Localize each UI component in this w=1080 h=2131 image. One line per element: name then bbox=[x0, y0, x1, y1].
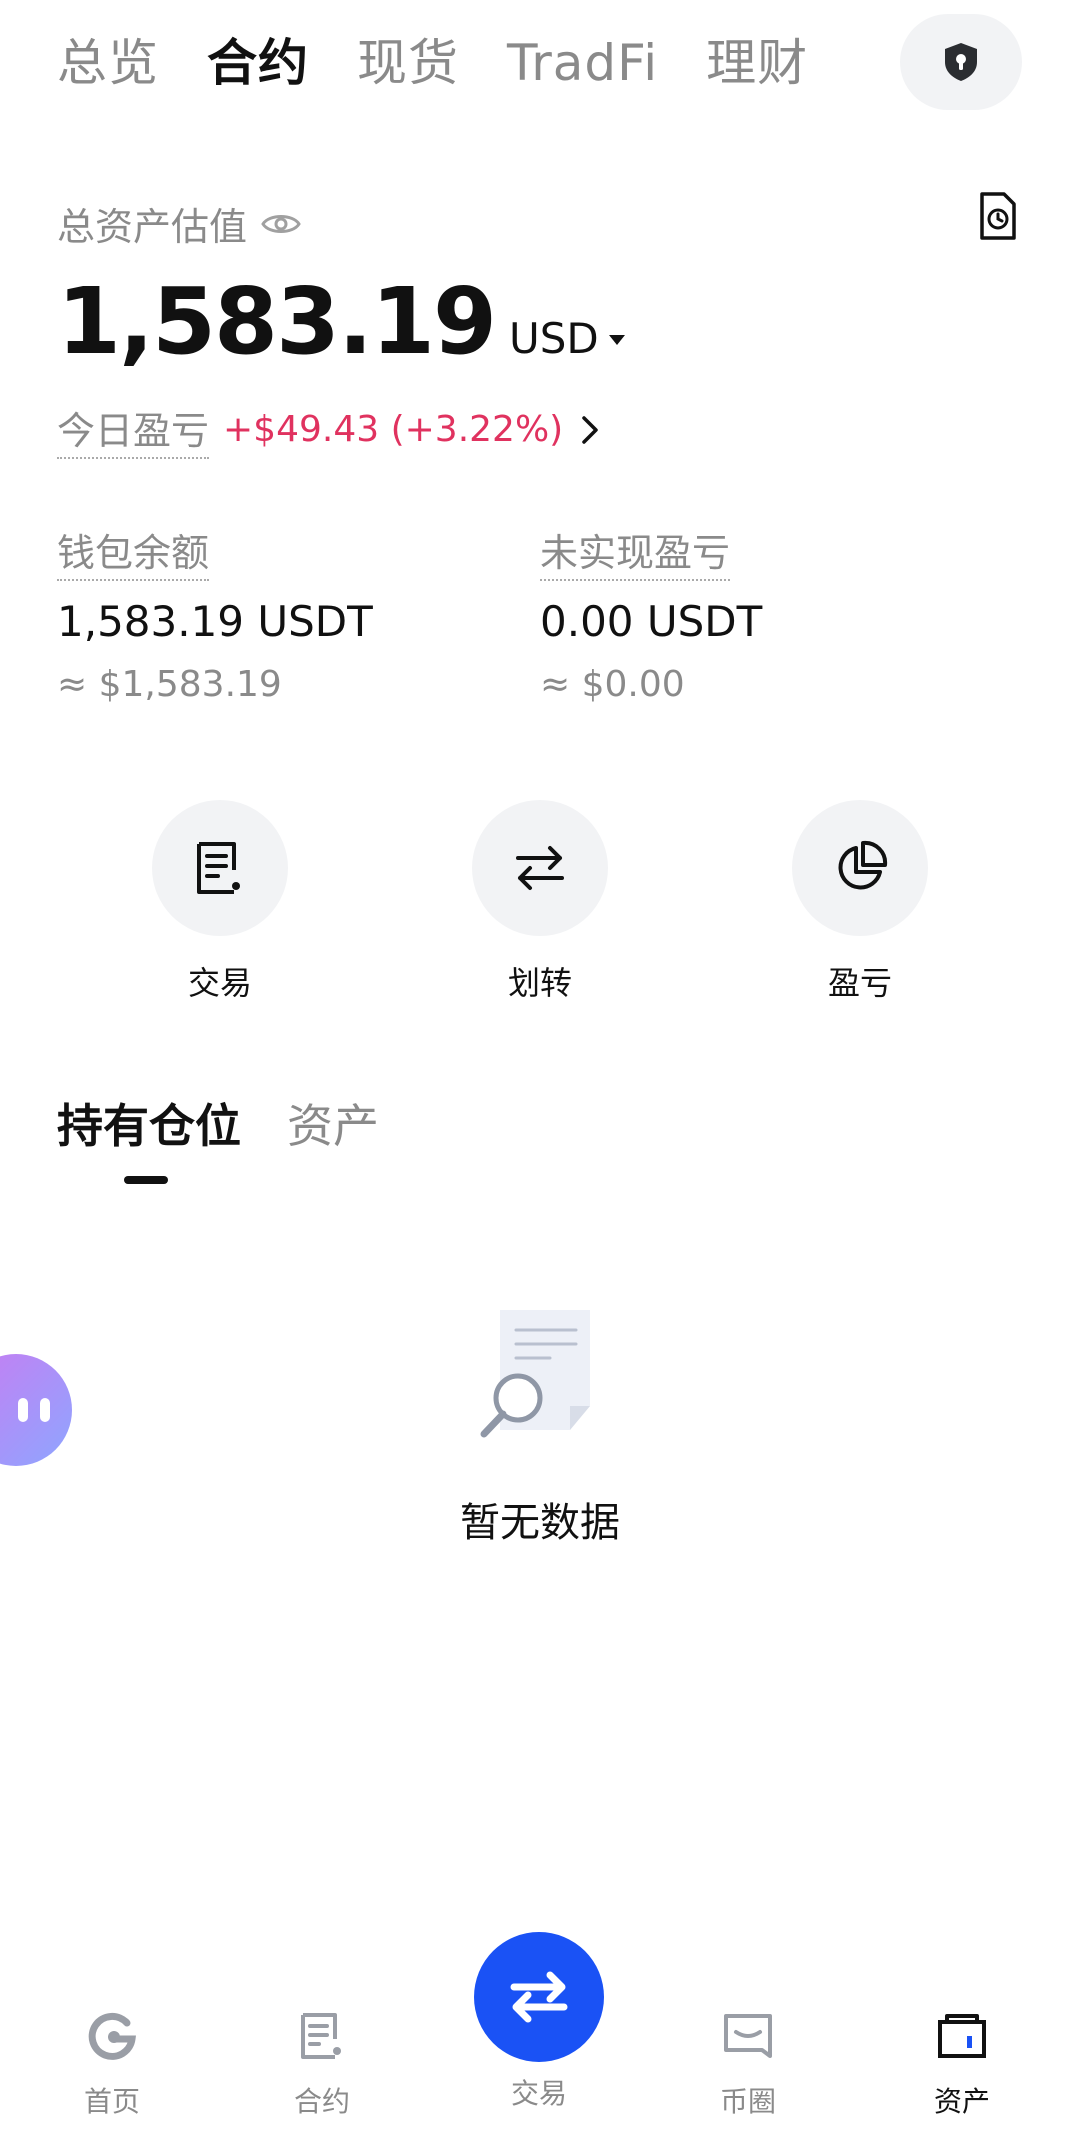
unrealized-pnl-value: 0.00 USDT bbox=[540, 597, 763, 646]
order-list-icon bbox=[197, 842, 240, 894]
empty-document-search-icon bbox=[480, 1306, 600, 1450]
history-document-icon[interactable] bbox=[978, 192, 1018, 244]
assistant-eye-right bbox=[40, 1398, 50, 1422]
assistant-eye-left bbox=[18, 1398, 28, 1422]
total-assets-value: 1,583.19 bbox=[57, 268, 497, 375]
nav-community[interactable]: 币圈 bbox=[678, 2008, 818, 2120]
section-tab-bar: 持有仓位 资产 bbox=[57, 1090, 425, 1156]
home-icon bbox=[42, 2008, 182, 2064]
unrealized-pnl-label[interactable]: 未实现盈亏 bbox=[540, 522, 731, 581]
eye-icon[interactable] bbox=[261, 210, 301, 238]
wallet-balance-approx: ≈ $1,583.19 bbox=[57, 664, 282, 705]
nav-assets[interactable]: 资产 bbox=[892, 2008, 1032, 2120]
tab-futures[interactable]: 合约 bbox=[207, 30, 309, 96]
total-assets-label-row: 总资产估值 bbox=[57, 196, 301, 251]
transfer-arrows-icon bbox=[516, 846, 564, 890]
today-pnl-row[interactable]: 今日盈亏 +$49.43 (+3.22%) bbox=[57, 400, 599, 459]
caret-down-icon[interactable] bbox=[608, 335, 625, 345]
nav-contract[interactable]: 合约 bbox=[252, 2008, 392, 2120]
wallet-icon bbox=[892, 2008, 1032, 2064]
empty-state-text: 暂无数据 bbox=[460, 1500, 620, 1546]
unrealized-pnl-approx: ≈ $0.00 bbox=[540, 664, 685, 705]
tab-earn[interactable]: 理财 bbox=[706, 30, 808, 96]
top-tab-bar: 总览 合约 现货 TradFi 理财 bbox=[57, 30, 856, 96]
security-button[interactable] bbox=[900, 14, 1022, 110]
currency-selector[interactable]: USD bbox=[509, 314, 599, 363]
tab-spot[interactable]: 现货 bbox=[357, 30, 459, 96]
community-icon bbox=[678, 2008, 818, 2064]
wallet-balance-value: 1,583.19 USDT bbox=[57, 597, 373, 646]
swap-icon bbox=[510, 1971, 568, 2023]
tab-assets[interactable]: 资产 bbox=[287, 1090, 379, 1156]
nav-home-label: 首页 bbox=[83, 2085, 140, 2118]
nav-assets-label: 资产 bbox=[933, 2085, 990, 2118]
wallet-balance-label[interactable]: 钱包余额 bbox=[57, 522, 210, 581]
action-transfer[interactable]: 划转 bbox=[440, 800, 640, 1004]
center-trade-button[interactable] bbox=[474, 1932, 604, 2062]
pie-chart-icon bbox=[838, 840, 888, 890]
today-pnl-label: 今日盈亏 bbox=[57, 400, 210, 459]
contract-icon bbox=[252, 2008, 392, 2064]
action-pnl[interactable]: 盈亏 bbox=[760, 800, 960, 1004]
action-pnl-label: 盈亏 bbox=[827, 964, 892, 1002]
nav-contract-label: 合约 bbox=[293, 2085, 350, 2118]
nav-trade-label[interactable]: 交易 bbox=[469, 2072, 609, 2112]
action-pnl-circle[interactable] bbox=[792, 800, 928, 936]
today-pnl-value: +$49.43 (+3.22%) bbox=[223, 409, 564, 450]
total-assets-label: 总资产估值 bbox=[57, 205, 248, 249]
action-transfer-label: 划转 bbox=[507, 964, 572, 1002]
active-tab-indicator bbox=[124, 1176, 168, 1184]
tab-tradfi[interactable]: TradFi bbox=[507, 30, 658, 96]
wallet-balance-block: 钱包余额 1,583.19 USDT ≈ $1,583.19 bbox=[57, 522, 373, 705]
shield-keyhole-icon bbox=[945, 43, 977, 81]
action-trade-circle[interactable] bbox=[152, 800, 288, 936]
nav-community-label: 币圈 bbox=[719, 2085, 776, 2118]
action-trade-label: 交易 bbox=[187, 964, 252, 1002]
nav-home[interactable]: 首页 bbox=[42, 2008, 182, 2120]
tab-overview[interactable]: 总览 bbox=[57, 30, 159, 96]
tab-positions[interactable]: 持有仓位 bbox=[57, 1090, 241, 1156]
total-assets-value-row: 1,583.19 USD bbox=[57, 268, 625, 375]
action-trade[interactable]: 交易 bbox=[120, 800, 320, 1004]
action-transfer-circle[interactable] bbox=[472, 800, 608, 936]
assistant-bubble[interactable] bbox=[0, 1354, 72, 1466]
unrealized-pnl-block: 未实现盈亏 0.00 USDT ≈ $0.00 bbox=[540, 522, 762, 705]
chevron-right-icon[interactable] bbox=[581, 415, 599, 445]
